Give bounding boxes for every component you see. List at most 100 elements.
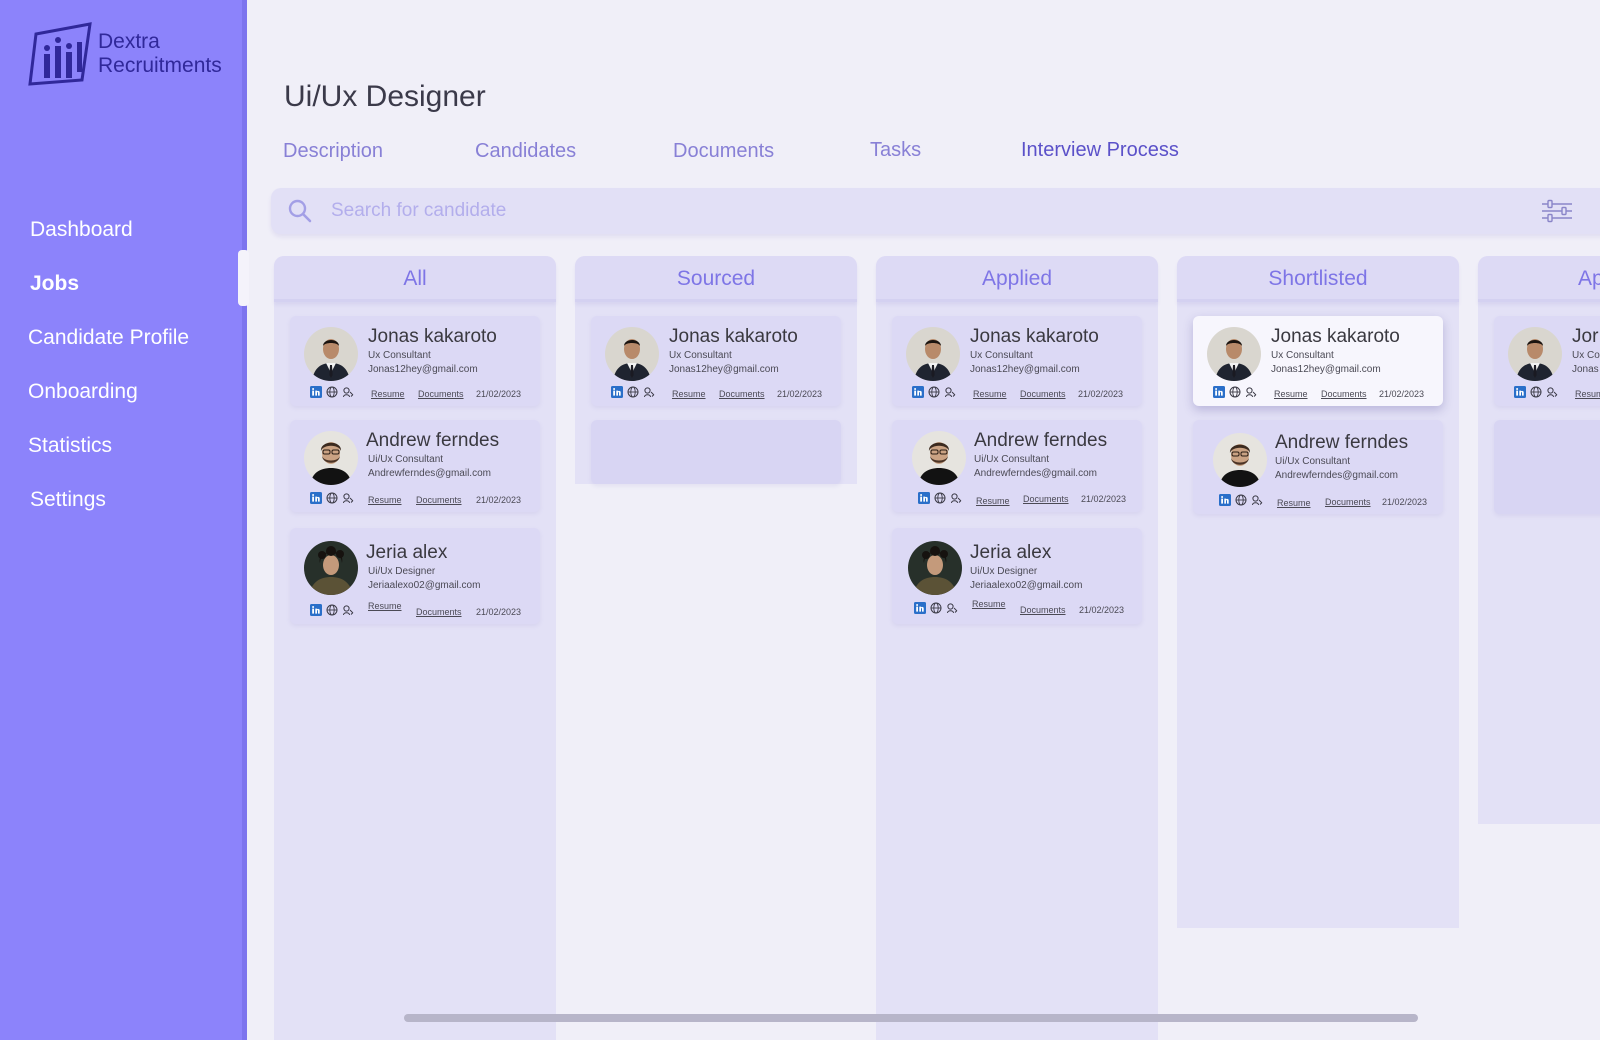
search-icon[interactable]	[287, 198, 313, 224]
documents-link[interactable]: Documents	[1321, 389, 1367, 399]
documents-link[interactable]: Documents	[416, 607, 462, 617]
documents-link[interactable]: Documents	[1020, 605, 1066, 615]
resume-link[interactable]: Resume	[368, 495, 402, 505]
sidebar-scrollbar-thumb[interactable]	[238, 250, 249, 306]
pipeline-column-sourced: Sourced Jonas kakaroto Ux Consultant Jon…	[575, 256, 857, 484]
search-input[interactable]	[331, 194, 1491, 228]
linkedin-icon[interactable]	[1219, 494, 1231, 506]
sidebar-item-jobs[interactable]: Jobs	[30, 266, 189, 320]
linkedin-icon[interactable]	[611, 386, 623, 398]
candidate-name: Andrew ferndes	[1275, 432, 1409, 453]
sidebar-item-dashboard[interactable]: Dashboard	[30, 212, 189, 266]
empty-card-slot[interactable]	[1494, 420, 1600, 514]
linkedin-icon[interactable]	[310, 492, 322, 504]
card-date: 21/02/2023	[476, 389, 522, 399]
tab-description[interactable]: Description	[283, 140, 383, 163]
empty-card-slot[interactable]	[591, 420, 841, 484]
documents-link[interactable]: Documents	[418, 389, 464, 399]
candidate-card[interactable]: Andrew ferndes Ui/Ux Consultant Andrewfe…	[1193, 420, 1443, 514]
candidate-card[interactable]: Jonas kakaroto Ux Consultant Jonas12hey@…	[591, 316, 841, 406]
profile-link-icon[interactable]	[944, 386, 956, 398]
profile-link-icon[interactable]	[342, 386, 354, 398]
linkedin-icon[interactable]	[914, 602, 926, 614]
filter-sliders-icon[interactable]	[1540, 196, 1574, 226]
resume-link[interactable]: Resume	[1274, 389, 1308, 399]
candidate-role: Ux Co	[1572, 350, 1600, 361]
documents-link[interactable]: Documents	[1020, 389, 1066, 399]
social-links	[310, 604, 354, 616]
profile-link-icon[interactable]	[1251, 494, 1263, 506]
globe-icon[interactable]	[934, 492, 946, 504]
globe-icon[interactable]	[326, 492, 338, 504]
app-window: Dextra Recruitments Dashboard Jobs Candi…	[0, 0, 1600, 1040]
profile-link-icon[interactable]	[342, 604, 354, 616]
sidebar-item-settings[interactable]: Settings	[30, 482, 189, 536]
candidate-email: Jonas12hey@gmail.com	[669, 364, 779, 375]
tab-documents[interactable]: Documents	[673, 140, 774, 163]
linkedin-icon[interactable]	[310, 604, 322, 616]
linkedin-icon[interactable]	[1514, 386, 1526, 398]
candidate-card[interactable]: Jeria alex Ui/Ux Designer Jeriaalexo02@g…	[290, 528, 540, 624]
candidate-card[interactable]: Andrew ferndes Ui/Ux Consultant Andrewfe…	[290, 420, 540, 512]
horizontal-scrollbar[interactable]	[404, 1014, 1418, 1022]
globe-icon[interactable]	[928, 386, 940, 398]
globe-icon[interactable]	[1235, 494, 1247, 506]
candidate-email: Jonas12hey@gmail.com	[970, 364, 1080, 375]
candidate-card-dragging[interactable]: Jonas kakaroto Ux Consultant Jonas12hey@…	[1193, 316, 1443, 406]
linkedin-icon[interactable]	[912, 386, 924, 398]
globe-icon[interactable]	[1530, 386, 1542, 398]
brand-line2: Recruitments	[98, 54, 222, 77]
globe-icon[interactable]	[1229, 386, 1241, 398]
sidebar-item-candidate-profile[interactable]: Candidate Profile	[28, 320, 189, 374]
candidate-role: Ux Consultant	[1271, 350, 1334, 361]
globe-icon[interactable]	[326, 386, 338, 398]
candidate-role: Ux Consultant	[669, 350, 732, 361]
candidate-role: Ux Consultant	[970, 350, 1033, 361]
resume-link[interactable]: Resume	[368, 601, 402, 611]
candidate-card[interactable]: Jeria alex Ui/Ux Designer Jeriaalexo02@g…	[892, 528, 1142, 624]
globe-icon[interactable]	[627, 386, 639, 398]
linkedin-icon[interactable]	[310, 386, 322, 398]
resume-link[interactable]: Resume	[976, 496, 1010, 506]
candidate-card[interactable]: Jonas kakaroto Ux Consultant Jonas12hey@…	[892, 316, 1142, 406]
candidate-role: Ui/Ux Consultant	[974, 454, 1050, 465]
documents-link[interactable]: Documents	[1325, 497, 1371, 507]
sidebar-item-onboarding[interactable]: Onboarding	[28, 374, 189, 428]
tab-tasks[interactable]: Tasks	[870, 139, 921, 162]
brand-logo[interactable]: Dextra Recruitments	[28, 22, 222, 86]
documents-link[interactable]: Documents	[1023, 494, 1069, 504]
documents-link[interactable]: Documents	[416, 495, 462, 505]
resume-link[interactable]: Resum	[1575, 389, 1600, 399]
card-date: 21/02/2023	[777, 389, 823, 399]
profile-link-icon[interactable]	[946, 602, 958, 614]
social-links	[1219, 494, 1263, 506]
profile-link-icon[interactable]	[1546, 386, 1558, 398]
resume-link[interactable]: Resume	[371, 389, 405, 399]
candidate-name: Jonas kakaroto	[1271, 326, 1400, 347]
avatar	[1213, 433, 1267, 487]
resume-link[interactable]: Resume	[672, 389, 706, 399]
profile-link-icon[interactable]	[1245, 386, 1257, 398]
documents-link[interactable]: Documents	[719, 389, 765, 399]
resume-link[interactable]: Resume	[973, 389, 1007, 399]
globe-icon[interactable]	[930, 602, 942, 614]
tab-candidates[interactable]: Candidates	[475, 140, 576, 163]
sidebar-nav: Dashboard Jobs Candidate Profile Onboard…	[28, 212, 189, 536]
globe-icon[interactable]	[326, 604, 338, 616]
candidate-role: Ui/Ux Designer	[368, 566, 436, 577]
tab-interview-process[interactable]: Interview Process	[1021, 139, 1179, 162]
linkedin-icon[interactable]	[918, 492, 930, 504]
candidate-name: Andrew ferndes	[974, 430, 1108, 451]
candidate-email: Andrewferndes@gmail.com	[1275, 470, 1398, 481]
linkedin-icon[interactable]	[1213, 386, 1225, 398]
candidate-card[interactable]: Jonas kakaroto Ux Consultant Jonas12hey@…	[290, 316, 540, 406]
profile-link-icon[interactable]	[342, 492, 354, 504]
profile-link-icon[interactable]	[950, 492, 962, 504]
candidate-card[interactable]: Andrew ferndes Ui/Ux Consultant Andrewfe…	[892, 420, 1142, 512]
sidebar-item-statistics[interactable]: Statistics	[28, 428, 189, 482]
resume-link[interactable]: Resume	[972, 599, 1006, 609]
resume-link[interactable]: Resume	[1277, 498, 1311, 508]
profile-link-icon[interactable]	[643, 386, 655, 398]
social-links	[1514, 386, 1558, 398]
candidate-card[interactable]: Jor Ux Co Jonas Resum	[1494, 316, 1600, 406]
